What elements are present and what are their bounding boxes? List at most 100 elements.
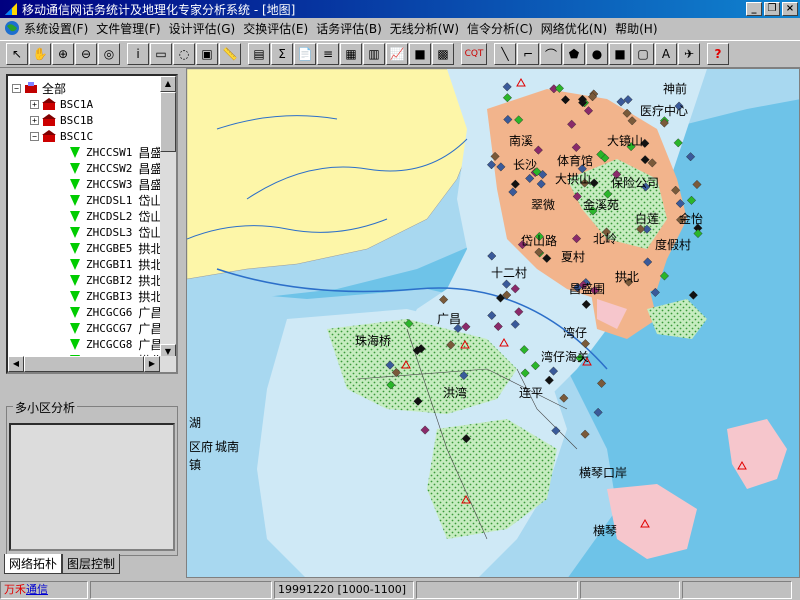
pan-hand-icon[interactable]: ✋ <box>29 43 51 65</box>
scroll-left-icon[interactable]: ◀ <box>8 356 24 372</box>
menu-wireless-analysis[interactable]: 无线分析(W) <box>390 20 459 37</box>
tree-item-bsc1c[interactable]: BSC1C <box>60 130 93 143</box>
tree-cell-item[interactable]: ZHCGCG7 广昌 <box>70 320 162 336</box>
menu-file-management[interactable]: 文件管理(F) <box>96 20 160 37</box>
cell-location: 拱北 <box>138 241 163 256</box>
symbol-tool-icon[interactable]: ✈ <box>678 43 700 65</box>
map-label: 岱山路 <box>521 233 557 248</box>
cell-location: 昌盛 <box>138 161 163 176</box>
cell-location: 广昌 <box>138 305 163 320</box>
draw-polygon-icon[interactable]: ⬟ <box>563 43 585 65</box>
multi-cell-analysis-panel: 多小区分析 <box>6 399 178 556</box>
text-tool-icon[interactable]: A <box>655 43 677 65</box>
tree-cell-item[interactable]: ZHCDSL3 岱山 <box>70 224 162 240</box>
map-label: 湾仔 <box>563 325 587 340</box>
map-label: 度假村 <box>655 237 691 252</box>
multi-cell-analysis-area[interactable] <box>9 423 175 551</box>
table-view-icon[interactable]: ▤ <box>248 43 270 65</box>
tree-cell-item[interactable]: ZHCGBI2 拱北 <box>70 272 162 288</box>
map-label: 保险公司 <box>611 175 659 190</box>
tree-cell-item[interactable]: ZHCGBI3 拱北 <box>70 288 162 304</box>
brand-text-b[interactable]: 通信 <box>26 583 48 596</box>
center-target-icon[interactable]: ◎ <box>98 43 120 65</box>
tree-cell-item[interactable]: ZHCDSL1 岱山 <box>70 192 162 208</box>
cell-id: ZHCDSL2 <box>86 209 133 223</box>
scroll-up-icon[interactable]: ▲ <box>160 76 176 92</box>
info-icon[interactable]: i <box>127 43 149 65</box>
tree-root-label[interactable]: 全部 <box>42 80 66 97</box>
draw-line-icon[interactable]: ╲ <box>494 43 516 65</box>
restore-button[interactable]: ❐ <box>764 2 780 16</box>
collapse-toggle[interactable]: − <box>12 83 21 93</box>
tree-cell-item[interactable]: ZHCCSW3 昌盛 <box>70 176 162 192</box>
map-label: 南溪 <box>509 133 533 148</box>
map-label: 广昌 <box>437 312 461 326</box>
region-select-icon[interactable]: ▣ <box>196 43 218 65</box>
select-arrow-icon[interactable]: ↖ <box>6 43 28 65</box>
zoom-out-icon[interactable]: ⊖ <box>75 43 97 65</box>
blocks-icon[interactable]: ■ <box>409 43 431 65</box>
draw-rounded-rect-icon[interactable]: ▢ <box>632 43 654 65</box>
ruler-icon[interactable]: 📏 <box>219 43 241 65</box>
menu-help[interactable]: 帮助(H) <box>615 20 657 37</box>
expand-toggle[interactable]: + <box>30 99 39 109</box>
tree-cell-item[interactable]: ZHCGBE5 拱北 <box>70 240 162 256</box>
hscroll-thumb[interactable] <box>24 356 144 372</box>
layers-icon[interactable]: ≡ <box>317 43 339 65</box>
cell-location: 昌盛 <box>138 145 163 160</box>
tree-cell-item[interactable]: ZHCGCG8 广昌 <box>70 336 162 352</box>
zoom-in-icon[interactable]: ⊕ <box>52 43 74 65</box>
cell-antenna-icon <box>70 290 80 302</box>
menu-network-optimization[interactable]: 网络优化(N) <box>541 20 607 37</box>
map-label: 镇 <box>189 458 201 472</box>
sum-icon[interactable]: Σ <box>271 43 293 65</box>
collapse-toggle[interactable]: − <box>30 131 39 141</box>
help-icon[interactable]: ? <box>707 43 729 65</box>
cell-antenna-icon <box>70 194 80 206</box>
status-panel-empty <box>90 580 272 599</box>
map-view[interactable]: 神前 医疗中心 南溪 大镜山 体育馆 长沙 大拱山 保险公司 翠微 金溪苑 白莲… <box>186 68 800 578</box>
cqt-label[interactable]: CQT <box>461 43 487 65</box>
expand-toggle[interactable]: + <box>30 115 39 125</box>
menu-signaling-analysis[interactable]: 信令分析(C) <box>467 20 533 37</box>
cell-antenna-icon <box>70 306 80 318</box>
menu-design-evaluation[interactable]: 设计评估(G) <box>169 20 236 37</box>
map-label: 大拱山 <box>555 172 591 186</box>
grid-icon[interactable]: ▦ <box>340 43 362 65</box>
rect-select-icon[interactable]: ▭ <box>150 43 172 65</box>
menu-switch-evaluation[interactable]: 交换评估(E) <box>243 20 308 37</box>
cell-antenna-icon <box>70 338 80 350</box>
line-chart-icon[interactable]: 📈 <box>386 43 408 65</box>
radius-select-icon[interactable]: ◌ <box>173 43 195 65</box>
toolbar: ↖ ✋ ⊕ ⊖ ◎ i ▭ ◌ ▣ 📏 ▤ Σ 📄 ≡ ▦ ▥ 📈 ■ ▩ CQT ╲ ⌐ ⌒ ⬟ ● ■ ▢ A ✈? <box>0 40 800 68</box>
scroll-right-icon[interactable]: ▶ <box>144 356 160 372</box>
tree-cell-item[interactable]: ZHCCSW2 昌盛 <box>70 160 162 176</box>
draw-rectangle-icon[interactable]: ■ <box>609 43 631 65</box>
tab-network-topology[interactable]: 网络拓朴 <box>4 554 63 574</box>
tree-item-bsc1b[interactable]: BSC1B <box>60 114 93 127</box>
status-panel-empty <box>580 580 680 599</box>
tab-layer-control[interactable]: 图层控制 <box>62 554 121 574</box>
minimize-button[interactable]: _ <box>746 2 762 16</box>
scroll-thumb[interactable] <box>160 92 176 152</box>
cell-location: 拱北 <box>138 289 163 304</box>
spreadsheet-icon[interactable]: ▥ <box>363 43 385 65</box>
coverage-icon[interactable]: ▩ <box>432 43 454 65</box>
tree-item-bsc1a[interactable]: BSC1A <box>60 98 93 111</box>
tree-cell-item[interactable]: ZHCCSW1 昌盛 <box>70 144 162 160</box>
tree-vertical-scrollbar[interactable]: ▲ ▼ <box>160 76 176 360</box>
report-icon[interactable]: 📄 <box>294 43 316 65</box>
draw-polyline-icon[interactable]: ⌐ <box>517 43 539 65</box>
menu-traffic-evaluation[interactable]: 话务评估(B) <box>316 20 382 37</box>
tree-horizontal-scrollbar[interactable]: ◀ ▶ <box>8 356 176 372</box>
tree-cell-item[interactable]: ZHCGBI1 拱北 <box>70 256 162 272</box>
map-canvas[interactable]: 神前 医疗中心 南溪 大镜山 体育馆 长沙 大拱山 保险公司 翠微 金溪苑 白莲… <box>187 69 800 578</box>
close-button[interactable]: × <box>782 2 798 16</box>
draw-ellipse-icon[interactable]: ● <box>586 43 608 65</box>
map-label: 翠微 <box>531 198 555 212</box>
map-label: 金溪苑 <box>583 197 619 212</box>
tree-cell-item[interactable]: ZHCGCG6 广昌 <box>70 304 162 320</box>
menu-system-settings[interactable]: 系统设置(F) <box>24 20 88 37</box>
draw-arc-icon[interactable]: ⌒ <box>540 43 562 65</box>
tree-cell-item[interactable]: ZHCDSL2 岱山 <box>70 208 162 224</box>
